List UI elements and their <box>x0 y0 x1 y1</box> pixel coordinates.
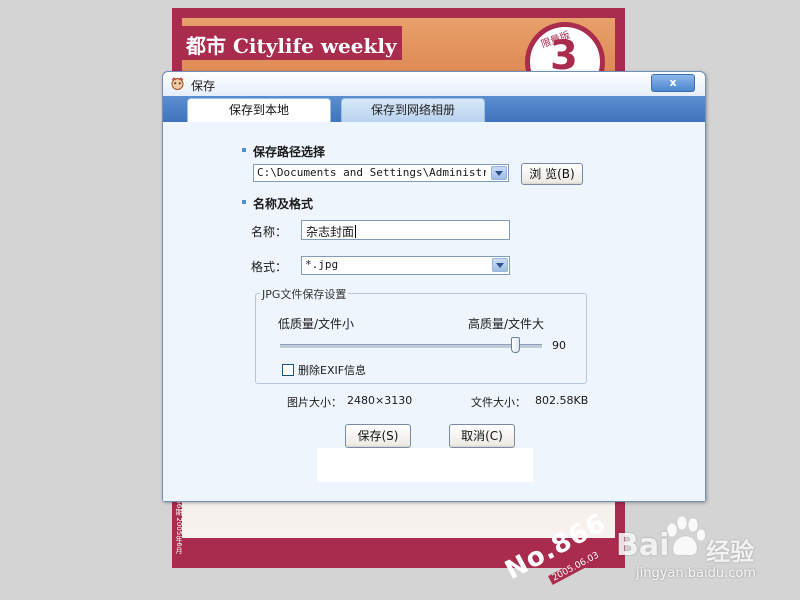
file-size-value: 802.58KB <box>535 394 589 407</box>
save-dialog: 保存 x 保存到本地 保存到网络相册 保存路径选择 C:\Documents a… <box>162 71 706 502</box>
file-size-label: 文件大小： <box>471 396 526 409</box>
blank-panel <box>317 448 533 482</box>
format-value: *.jpg <box>305 258 339 271</box>
tab-content: 保存路径选择 C:\Documents and Settings\Adminis… <box>163 122 705 501</box>
watermark-brand: Bai <box>616 528 670 563</box>
image-size-label: 图片大小： <box>287 396 342 409</box>
delete-exif-checkbox[interactable] <box>282 364 294 376</box>
app-icon <box>171 77 184 90</box>
quality-slider-track[interactable] <box>280 344 542 349</box>
save-path-value: C:\Documents and Settings\Administrator\… <box>257 166 486 179</box>
close-button[interactable]: x <box>651 74 695 92</box>
chevron-down-icon[interactable] <box>491 166 507 180</box>
save-button[interactable]: 保存(S) <box>345 424 411 448</box>
quality-slider-thumb[interactable] <box>511 337 521 353</box>
file-name-input[interactable]: 杂志封面 <box>301 220 510 240</box>
jpg-settings-legend: JPG文件保存设置 <box>260 286 349 302</box>
format-label: 格式： <box>251 260 288 274</box>
title-bar[interactable]: 保存 x <box>163 72 705 96</box>
path-section-heading: 保存路径选择 <box>241 145 326 159</box>
tab-save-local[interactable]: 保存到本地 <box>187 98 331 122</box>
cover-header: 都市 Citylife weekly <box>172 26 402 60</box>
image-size-value: 2480×3130 <box>347 394 413 407</box>
browse-button[interactable]: 浏 览(B) <box>521 163 583 185</box>
high-quality-label: 高质量/文件大 <box>468 317 545 331</box>
tab-strip: 保存到本地 保存到网络相册 <box>163 96 705 122</box>
tab-save-online-album[interactable]: 保存到网络相册 <box>341 98 485 122</box>
name-section-heading: 名称及格式 <box>241 197 314 211</box>
jpg-settings-group: JPG文件保存设置 低质量/文件小 高质量/文件大 90 删除EXIF信息 <box>255 286 587 384</box>
format-select[interactable]: *.jpg <box>301 256 510 275</box>
save-path-combo[interactable]: C:\Documents and Settings\Administrator\… <box>253 164 509 182</box>
cancel-button[interactable]: 取消(C) <box>449 424 515 448</box>
watermark-url: jingyan.baidu.com <box>636 566 756 581</box>
watermark-brand-cn: 经验 <box>706 538 754 566</box>
delete-exif-label: 删除EXIF信息 <box>298 364 367 377</box>
dialog-title: 保存 <box>191 79 216 93</box>
name-label: 名称： <box>251 225 288 239</box>
chevron-down-icon[interactable] <box>492 258 508 272</box>
quality-value: 90 <box>552 339 566 352</box>
low-quality-label: 低质量/文件小 <box>278 317 355 331</box>
cover-title: 都市 Citylife weekly <box>186 34 397 58</box>
